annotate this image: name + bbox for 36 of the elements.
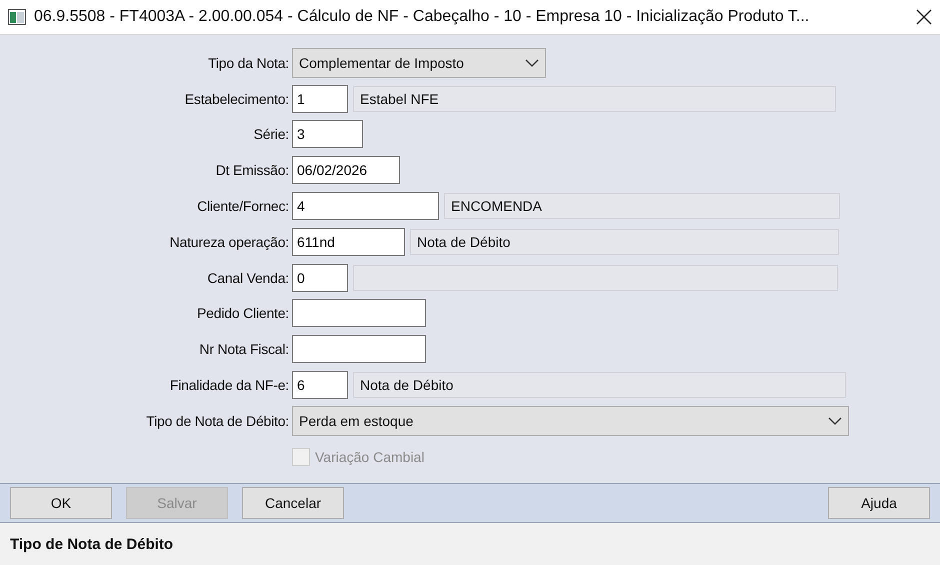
input-field[interactable]: 611nd	[292, 228, 405, 256]
field-label: Nr Nota Fiscal:	[198, 341, 289, 358]
dialog-button[interactable]: Ajuda	[828, 487, 930, 519]
field-label: Finalidade da NF-e:	[168, 377, 289, 394]
dropdown[interactable]: Perda em estoque	[292, 406, 849, 436]
input-field[interactable]: 06/02/2026	[292, 156, 400, 184]
chevron-down-icon	[828, 416, 842, 425]
input-field[interactable]: 6	[292, 371, 348, 400]
dialog-button[interactable]: OK	[10, 487, 112, 519]
field-label: Dt Emissão:	[214, 162, 289, 178]
input-field[interactable]: 3	[292, 120, 363, 148]
close-icon[interactable]	[916, 9, 932, 25]
field-label: Tipo da Nota:	[207, 54, 289, 71]
field-label: Cliente/Fornec:	[196, 198, 289, 214]
field-label: Série:	[252, 126, 289, 142]
input-field[interactable]: 0	[292, 264, 348, 292]
field-label: Canal Venda:	[206, 270, 289, 286]
dropdown[interactable]: Complementar de Imposto	[292, 48, 546, 78]
description-field: Nota de Débito	[410, 228, 839, 255]
description-field: Estabel NFE	[353, 86, 836, 112]
field-label: Natureza operação:	[168, 234, 289, 250]
window-title: 06.9.5508 - FT4003A - 2.00.00.054 - Cálculo de NF - Cabeçalho - 10 - Empresa 10 - Inicialização Produto T...	[34, 8, 810, 26]
field-label: Tipo de Nota de Débito:	[145, 412, 289, 429]
description-field: ENCOMENDA	[444, 193, 840, 220]
chevron-down-icon	[525, 58, 539, 67]
dialog-button[interactable]: Cancelar	[242, 487, 344, 519]
description-field: Nota de Débito	[353, 372, 846, 398]
app-icon	[8, 9, 26, 25]
checkbox-label: Variação Cambial	[315, 448, 424, 465]
status-text: Tipo de Nota de Débito	[10, 536, 174, 552]
field-label: Estabelecimento:	[184, 90, 289, 107]
field-label: Pedido Cliente:	[196, 305, 289, 322]
input-field[interactable]: 1	[292, 84, 348, 113]
input-field[interactable]: 4	[292, 192, 439, 220]
input-field[interactable]	[292, 335, 426, 364]
input-field[interactable]	[292, 299, 426, 328]
